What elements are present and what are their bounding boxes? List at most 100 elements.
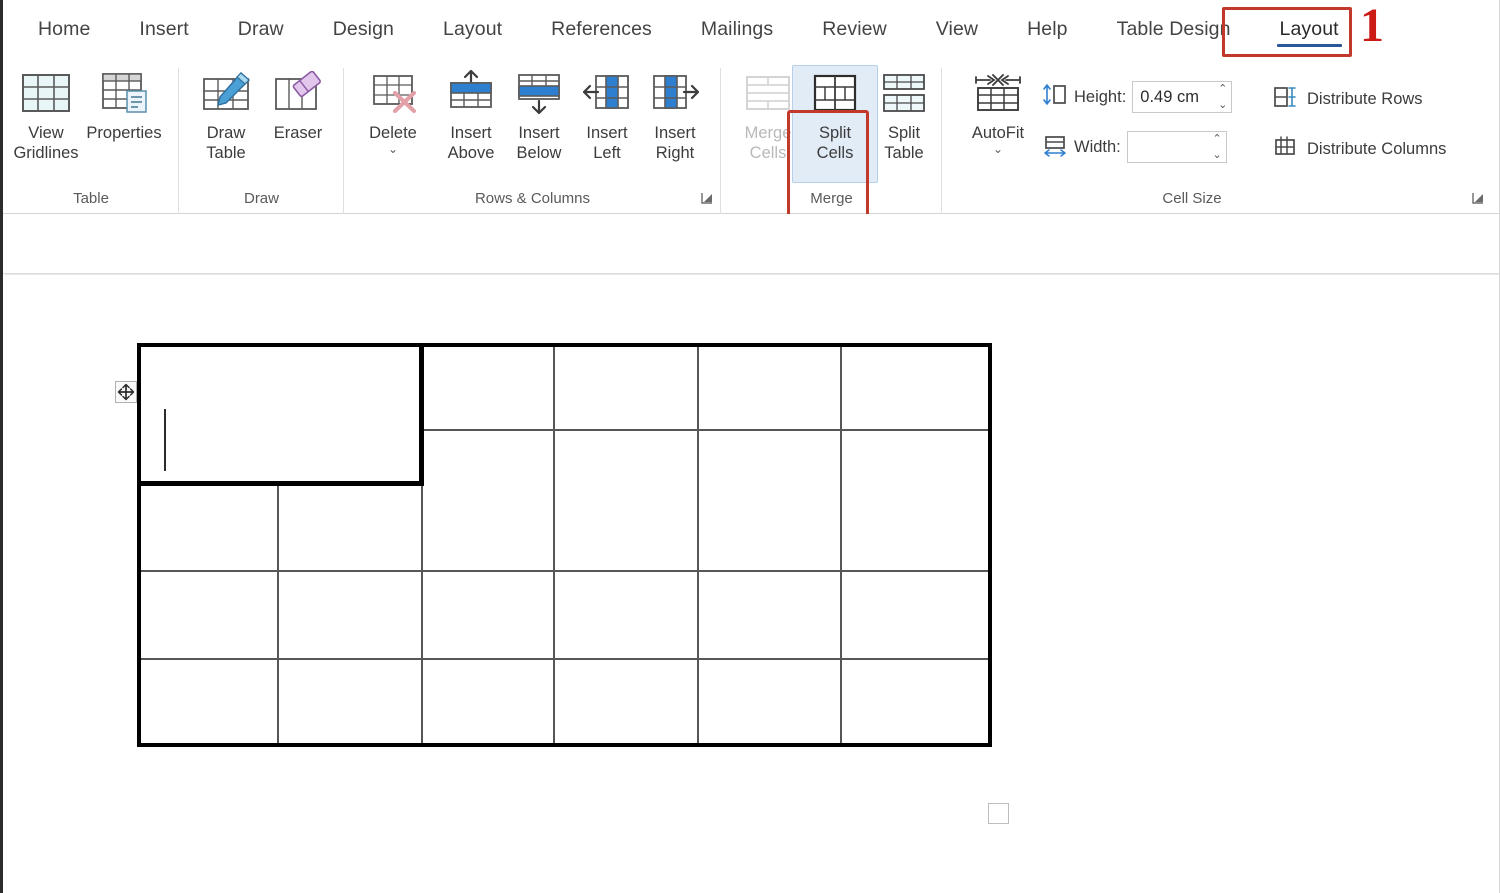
table-gridline-h — [422, 429, 992, 431]
width-stepper[interactable]: ⌃ ⌄ — [1213, 134, 1222, 161]
height-stepper[interactable]: ⌃ ⌄ — [1218, 84, 1227, 111]
tab-review[interactable]: Review — [809, 7, 900, 51]
ribbon: View Gridlines Properties Table Draw Tab… — [3, 58, 1500, 238]
tab-label: Table Design — [1116, 17, 1231, 40]
insert-right-label: Insert Right — [654, 124, 696, 162]
tab-layout[interactable]: Layout — [430, 7, 515, 51]
eraser-label: Eraser — [273, 124, 323, 142]
tab-help[interactable]: Help — [1014, 7, 1081, 51]
table-properties-icon — [97, 66, 151, 120]
delete-button[interactable]: Delete ⌄ — [350, 66, 436, 155]
view-gridlines-button[interactable]: View Gridlines — [3, 66, 89, 163]
table-gridline-v — [840, 343, 842, 747]
distribute-columns-button[interactable]: Distribute Columns — [1272, 134, 1446, 165]
callout-number-1: 1 — [1360, 0, 1384, 52]
autofit-icon — [970, 66, 1026, 120]
stepper-down-icon[interactable]: ⌄ — [1213, 150, 1222, 161]
tab-label: Layout — [443, 17, 503, 40]
height-input[interactable]: 0.49 cm ⌃ ⌄ — [1132, 81, 1233, 113]
autofit-label: AutoFit — [971, 124, 1025, 142]
tab-table-design[interactable]: Table Design — [1104, 7, 1244, 51]
pencil-table-icon — [199, 66, 253, 120]
delete-label: Delete — [369, 124, 417, 142]
height-row: Height: 0.49 cm ⌃ ⌄ — [1042, 81, 1233, 113]
split-table-button[interactable]: Split Table — [861, 66, 947, 163]
group-label-merge: Merge — [810, 190, 853, 207]
distribute-rows-button[interactable]: Distribute Rows — [1272, 84, 1423, 115]
split-table-label: Split Table — [884, 124, 924, 162]
split-cells-label: Split Cells — [816, 124, 854, 162]
table-resize-handle[interactable] — [988, 803, 1009, 824]
table-gridline-v — [697, 343, 699, 747]
ribbon-group-table: View Gridlines Properties Table — [3, 58, 179, 238]
table-gridline-v — [277, 484, 279, 747]
insert-above-label: Insert Above — [447, 124, 495, 162]
eraser-button[interactable]: Eraser — [255, 66, 341, 143]
ribbon-group-draw: Draw Table Eraser Draw — [179, 58, 344, 238]
insert-below-label: Insert Below — [516, 124, 562, 162]
properties-button[interactable]: Properties — [81, 66, 167, 143]
stepper-down-icon[interactable]: ⌄ — [1218, 100, 1227, 111]
tab-active-underline — [1276, 44, 1342, 47]
tab-draw[interactable]: Draw — [225, 7, 297, 51]
split-cells-icon — [808, 66, 862, 120]
word-window: Home Insert Draw Design Layout Reference… — [0, 0, 1500, 893]
tab-references[interactable]: References — [538, 7, 665, 51]
ribbon-group-rows-columns: Delete ⌄ Insert Above Insert Below Inser… — [344, 58, 721, 238]
table-gridline-v — [553, 343, 555, 747]
tab-label: Help — [1027, 17, 1068, 40]
distribute-columns-label: Distribute Columns — [1307, 140, 1447, 158]
insert-column-right-icon — [648, 66, 702, 120]
document-table[interactable] — [137, 343, 992, 747]
autofit-button[interactable]: AutoFit ⌄ — [955, 66, 1041, 155]
table-border-right — [988, 343, 992, 747]
tab-home[interactable]: Home — [25, 7, 103, 51]
tab-view[interactable]: View — [923, 7, 991, 51]
tab-label: Review — [822, 17, 887, 40]
table-gridlines-icon — [19, 66, 73, 120]
distribute-rows-label: Distribute Rows — [1307, 90, 1423, 108]
dialog-launcher-icon[interactable] — [1471, 191, 1486, 206]
width-row: Width: ⌃ ⌄ — [1042, 131, 1227, 163]
group-label-draw: Draw — [243, 190, 279, 207]
tab-mailings[interactable]: Mailings — [688, 7, 786, 51]
tab-label: Layout — [1279, 17, 1339, 40]
height-label: Height: — [1074, 87, 1127, 106]
height-value: 0.49 cm — [1140, 87, 1199, 106]
properties-label: Properties — [86, 124, 162, 142]
column-width-icon — [1042, 132, 1068, 163]
tab-list: Home Insert Draw Design Layout Reference… — [21, 0, 1352, 58]
insert-row-below-icon — [512, 66, 566, 120]
group-label-rows-columns: Rows & Columns — [474, 190, 591, 207]
table-gridline-h — [137, 658, 992, 660]
merged-cell-border-bottom — [137, 481, 424, 486]
table-move-handle[interactable] — [115, 381, 137, 403]
text-cursor — [164, 409, 166, 471]
stepper-up-icon[interactable]: ⌃ — [1218, 84, 1227, 95]
tab-insert[interactable]: Insert — [126, 7, 201, 51]
ribbon-group-cell-size: AutoFit ⌄ Height: 0.49 cm ⌃ ⌄ Width: ⌃ ⌄… — [942, 58, 1500, 213]
table-border-left — [137, 343, 141, 747]
insert-right-button[interactable]: Insert Right — [632, 66, 718, 163]
ribbon-gap-band — [3, 214, 1499, 274]
distribute-rows-icon — [1272, 84, 1298, 115]
view-gridlines-label: View Gridlines — [13, 124, 79, 162]
chevron-down-icon[interactable]: ⌄ — [993, 143, 1003, 155]
table-gridline-h — [137, 570, 992, 572]
dialog-launcher-icon[interactable] — [700, 191, 715, 206]
tab-label: Home — [38, 17, 91, 40]
table-delete-icon — [366, 66, 420, 120]
tab-label: References — [551, 17, 652, 40]
merge-cells-label: Merge Cells — [744, 124, 792, 162]
tab-design[interactable]: Design — [320, 7, 407, 51]
tab-table-layout[interactable]: Layout — [1267, 7, 1352, 51]
merged-cell-border-right — [419, 343, 424, 486]
width-label: Width: — [1074, 137, 1121, 156]
chevron-down-icon[interactable]: ⌄ — [388, 143, 398, 155]
tab-label: Mailings — [700, 17, 774, 40]
tab-label: View — [935, 17, 979, 40]
ribbon-tab-bar: Home Insert Draw Design Layout Reference… — [3, 0, 1499, 58]
stepper-up-icon[interactable]: ⌃ — [1213, 134, 1222, 145]
insert-left-label: Insert Left — [586, 124, 628, 162]
width-input[interactable]: ⌃ ⌄ — [1126, 131, 1227, 163]
